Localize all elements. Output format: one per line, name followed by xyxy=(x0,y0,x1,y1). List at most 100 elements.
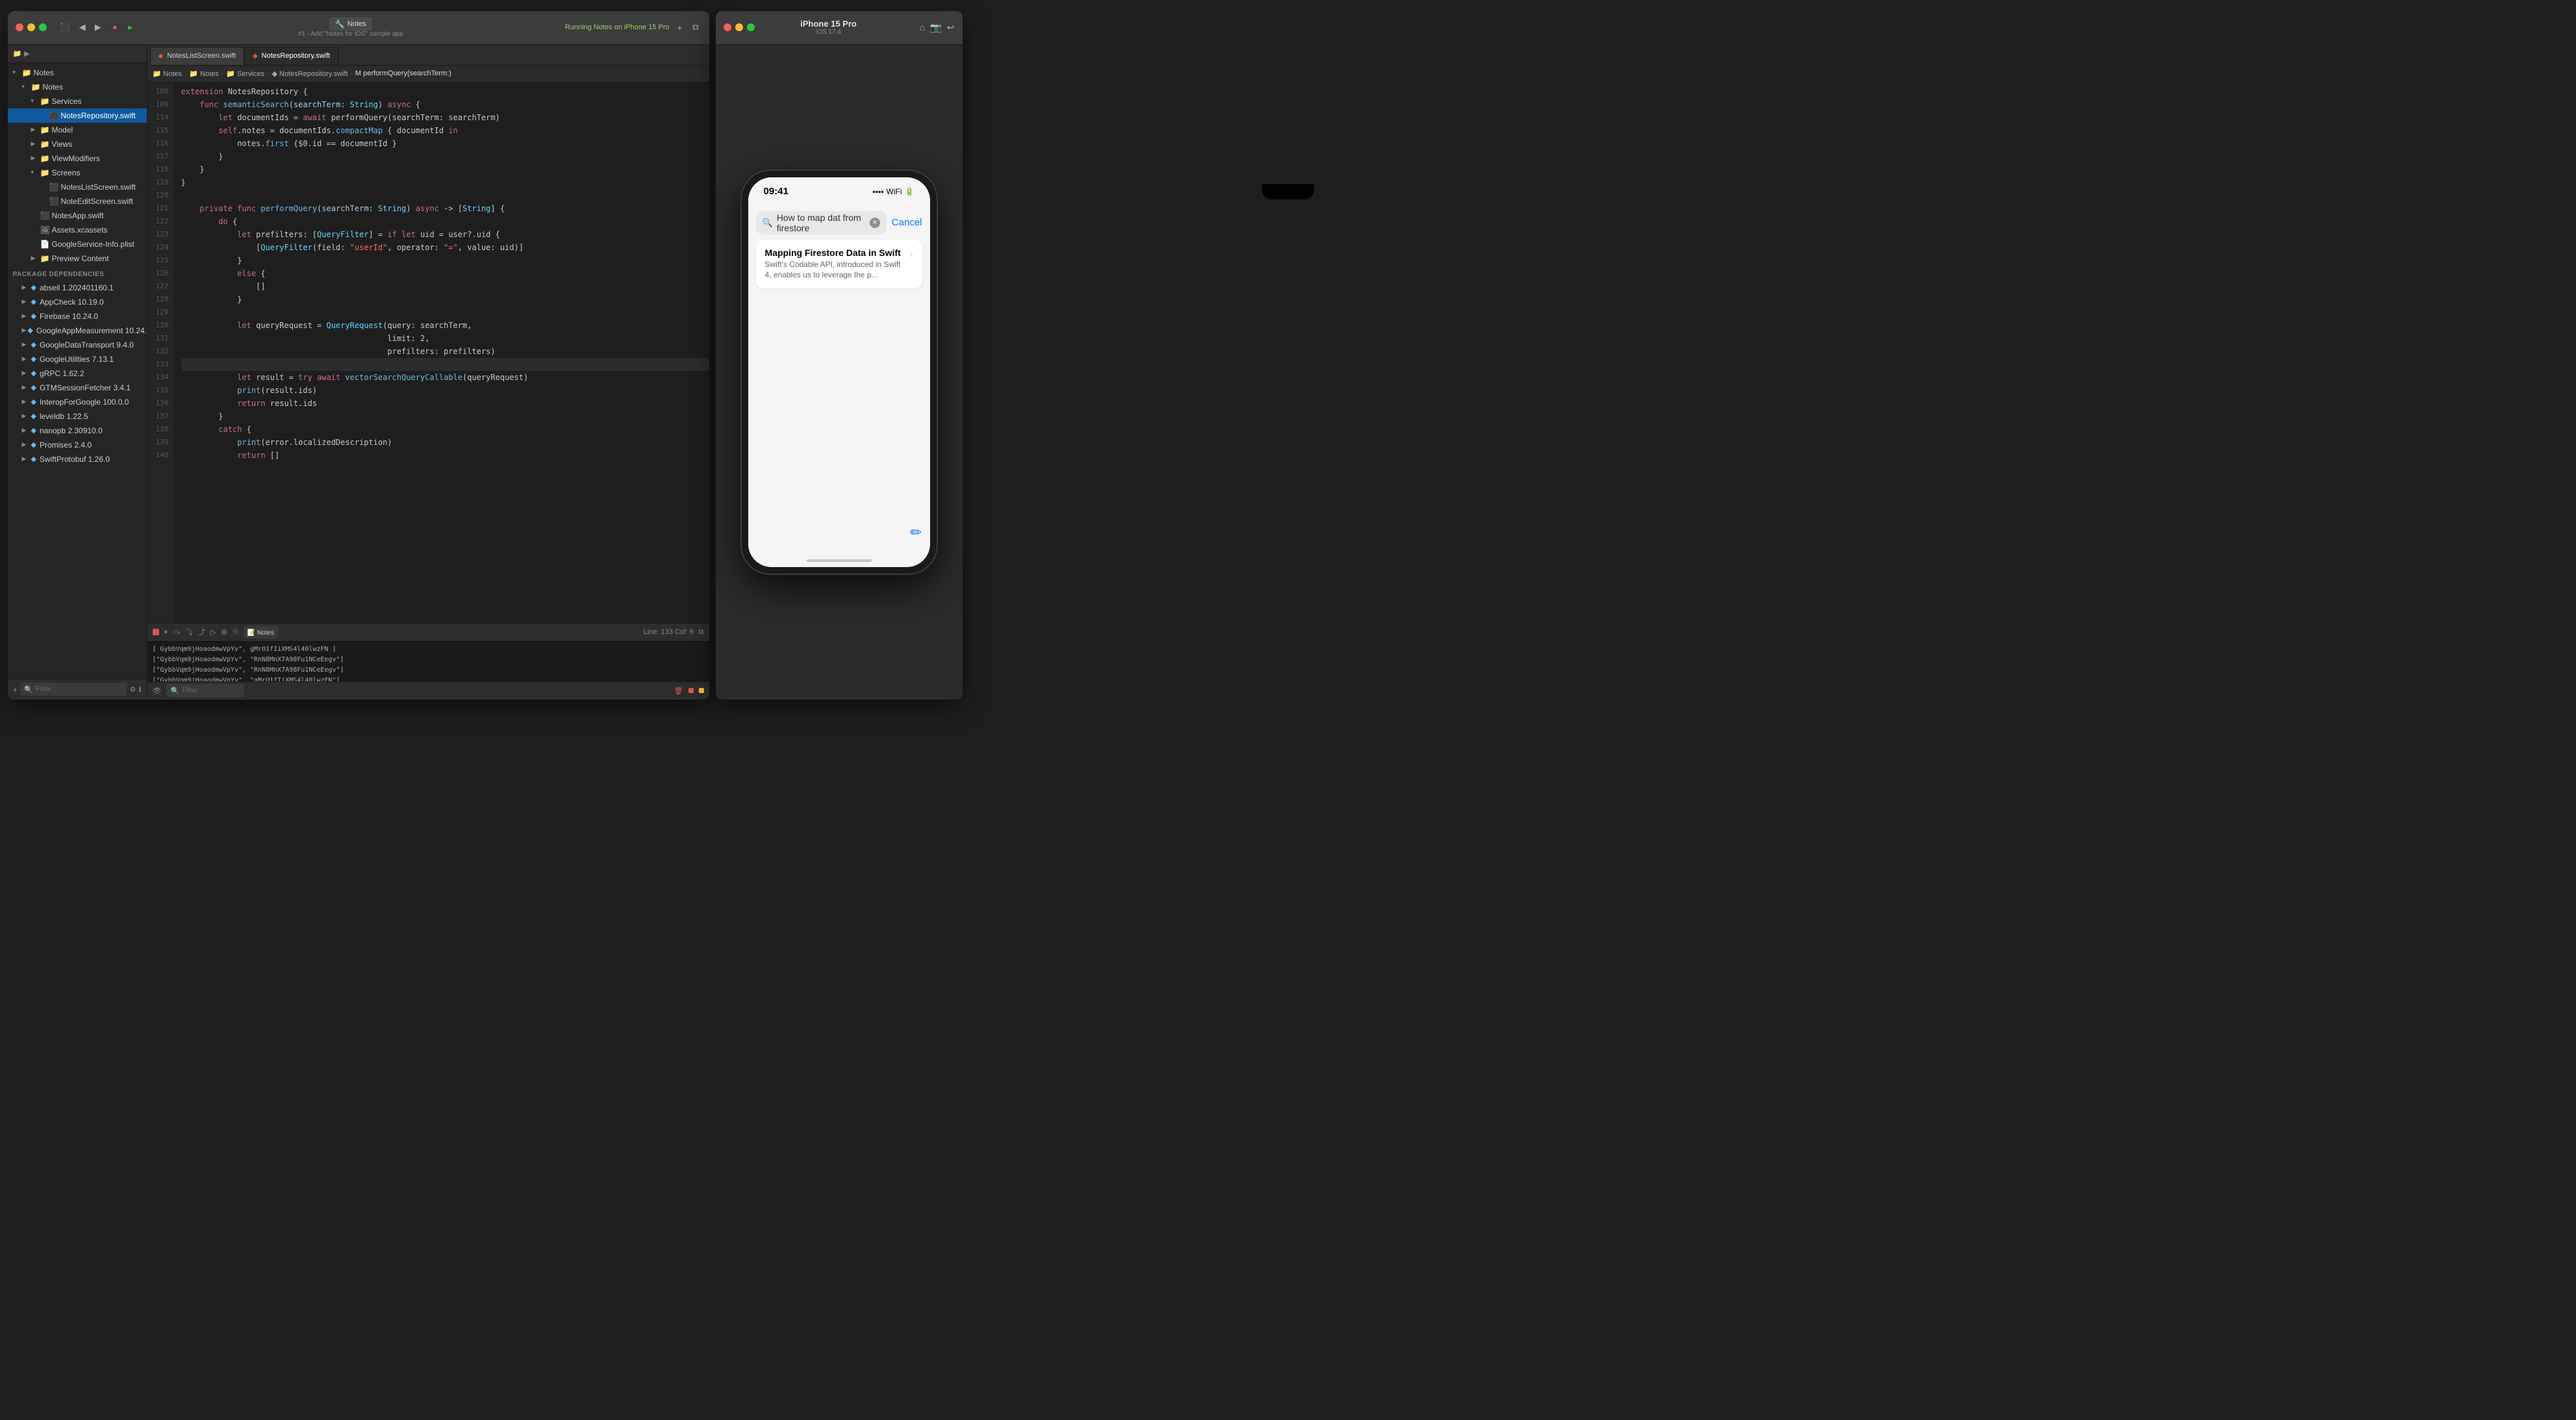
code-content[interactable]: extension NotesRepository { func semanti… xyxy=(173,82,709,623)
delete-icon[interactable]: 🗑 xyxy=(674,687,683,695)
breadcrumb-services[interactable]: 📁 Services xyxy=(226,70,264,78)
console-filter-input[interactable]: 🔍 Filter xyxy=(166,684,244,697)
folder-icon: 📁 xyxy=(22,68,31,77)
add-file-icon[interactable]: + xyxy=(13,685,18,694)
home-bar xyxy=(807,559,872,562)
breadcrumb-file[interactable]: ◆ NotesRepository.swift xyxy=(271,70,347,78)
code-editor[interactable]: 1081091141151161171181191201211221231241… xyxy=(147,82,709,623)
stop-button[interactable]: ■ xyxy=(109,21,121,33)
pkg-icon: ◆ xyxy=(31,283,36,292)
line-number: 136 xyxy=(151,397,169,410)
filter-bar[interactable]: 🔍 Filter xyxy=(20,683,127,696)
tree-item-noteslist[interactable]: ⬛ NotesListScreen.swift xyxy=(8,180,147,194)
tree-item-model[interactable]: ▶ 📁 Model xyxy=(8,123,147,137)
tree-item-pkg[interactable]: ▶ ◆ InteropForGoogle 100.0.0 xyxy=(8,395,147,409)
tree-item-screens[interactable]: ▾ 📁 Screens xyxy=(8,166,147,180)
package-deps-list: ▶ ◆ abseil 1.202401160.1▶ ◆ AppCheck 10.… xyxy=(8,281,147,466)
code-line: return [] xyxy=(181,449,709,462)
tree-item-pkg[interactable]: ▶ ◆ abseil 1.202401160.1 xyxy=(8,281,147,295)
tree-item-services[interactable]: ▾ 📁 Services xyxy=(8,94,147,108)
search-bar[interactable]: 🔍 How to map dat from firestore ✕ xyxy=(756,211,887,235)
forward-icon[interactable]: ▶ xyxy=(92,21,104,34)
tree-arrow: ▶ xyxy=(22,384,30,391)
thread-icon[interactable]: ⏲ xyxy=(233,628,238,637)
tree-item-notesrepo[interactable]: ⬛ NotesRepository.swift xyxy=(8,108,147,123)
rotate-icon[interactable]: ↩ xyxy=(947,22,955,33)
tree-item-notesapp[interactable]: ⬛ NotesApp.swift xyxy=(8,209,147,223)
main-content: 📁 ▶ ▾ 📁 Notes ▾ 📁 Notes xyxy=(8,45,709,700)
line-number: 109 xyxy=(151,98,169,111)
tree-item-notes[interactable]: ▾ 📁 Notes xyxy=(8,80,147,94)
tree-item-pkg[interactable]: ▶ ◆ Promises 2.4.0 xyxy=(8,438,147,452)
settings-icon[interactable]: ⚙ xyxy=(129,685,136,694)
tree-item-pkg[interactable]: ▶ ◆ gRPC 1.62.2 xyxy=(8,366,147,381)
code-line: notes.first {$0.id == documentId } xyxy=(181,137,709,150)
line-number: 137 xyxy=(151,410,169,423)
tree-item-pkg[interactable]: ▶ ◆ leveldb 1.22.5 xyxy=(8,409,147,424)
tab-noteslist[interactable]: ◆ NotesListScreen.swift xyxy=(150,47,244,65)
code-line: let prefilters: [QueryFilter] = if let u… xyxy=(181,228,709,241)
tree-label: Notes xyxy=(34,68,54,77)
eye-icon[interactable]: 👁 xyxy=(153,687,162,695)
title-bar-center: 🔧 Notes #1 - Add "Notes for iOS" sample … xyxy=(142,18,560,38)
scheme-selector[interactable]: 🔧 Notes xyxy=(329,18,372,31)
search-result-card[interactable]: Mapping Firestore Data in Swift Swift's … xyxy=(756,240,922,289)
tree-item-noteedit[interactable]: ⬛ NoteEditScreen.swift xyxy=(8,194,147,209)
tree-item-pkg[interactable]: ▶ ◆ nanopb 2.30910.0 xyxy=(8,424,147,438)
tree-item-assets[interactable]: 🖼 Assets.xcassets xyxy=(8,223,147,237)
home-icon[interactable]: ⌂ xyxy=(920,22,925,33)
tree-item-pkg[interactable]: ▶ ◆ AppCheck 10.19.0 xyxy=(8,295,147,309)
cancel-button[interactable]: Cancel xyxy=(892,217,922,228)
breadcrumb-notes[interactable]: 📁 Notes xyxy=(153,70,183,78)
line-number: 130 xyxy=(151,319,169,332)
step-out-icon[interactable]: ⤴ xyxy=(198,627,205,637)
step-in-icon[interactable]: ⤵ xyxy=(186,627,193,637)
pkg-label: gRPC 1.62.2 xyxy=(40,369,84,378)
info-icon[interactable]: ℹ xyxy=(138,685,141,694)
tab-label: NotesRepository.swift xyxy=(262,52,331,60)
split-editor-icon[interactable]: ⧉ xyxy=(690,21,701,34)
split-view-icon[interactable]: ⧉ xyxy=(699,628,704,637)
line-number: 123 xyxy=(151,228,169,241)
clear-button[interactable]: ✕ xyxy=(870,218,880,228)
sidebar-toggle-icon[interactable]: ⬛ xyxy=(57,21,73,34)
screenshot-icon[interactable]: 📷 xyxy=(930,22,941,33)
pkg-label: abseil 1.202401160.1 xyxy=(40,283,114,292)
pkg-label: AppCheck 10.19.0 xyxy=(40,298,104,307)
tree-arrow: ▶ xyxy=(22,284,30,291)
minimize-button[interactable] xyxy=(27,23,35,31)
tree-item-pkg[interactable]: ▶ ◆ GoogleDataTransport 9.4.0 xyxy=(8,338,147,352)
add-icon[interactable]: + xyxy=(675,21,685,34)
console-panel: [ GybbVqm9jHoaodmwVpYv", gMrO1fIiXMS4l40… xyxy=(147,641,709,700)
tab-bar: ◆ NotesListScreen.swift ◆ NotesRepositor… xyxy=(147,45,709,66)
tree-item-viewmodifiers[interactable]: ▶ 📁 ViewModifiers xyxy=(8,151,147,166)
tree-item-pkg[interactable]: ▶ ◆ GoogleAppMeasurement 10.24.0 xyxy=(8,323,147,338)
tree-arrow: ▶ xyxy=(22,455,30,463)
close-button[interactable] xyxy=(16,23,23,31)
search-input[interactable]: How to map dat from firestore xyxy=(777,212,866,233)
pause-icon[interactable]: ⏸ xyxy=(164,628,168,637)
breadcrumb-notes2[interactable]: 📁 Notes xyxy=(189,70,219,78)
tree-item-pkg[interactable]: ▶ ◆ Firebase 10.24.0 xyxy=(8,309,147,323)
sim-close-button[interactable] xyxy=(724,23,731,31)
swift-icon: ◆ xyxy=(253,53,258,60)
tree-arrow: ▶ xyxy=(22,412,30,420)
tree-item-pkg[interactable]: ▶ ◆ GTMSessionFetcher 3.4.1 xyxy=(8,381,147,395)
tree-item-plist[interactable]: 📄 GoogleService-Info.plist xyxy=(8,237,147,251)
compose-button[interactable]: ✏ xyxy=(910,524,922,541)
maximize-button[interactable] xyxy=(39,23,47,31)
tree-item-pkg[interactable]: ▶ ◆ GoogleUtilities 7.13.1 xyxy=(8,352,147,366)
step-over-icon[interactable]: ⤼ xyxy=(173,628,181,637)
tree-item-pkg[interactable]: ▶ ◆ SwiftProtobuf 1.26.0 xyxy=(8,452,147,466)
tree-item-notes-root[interactable]: ▾ 📁 Notes xyxy=(8,66,147,80)
tab-notesrepo[interactable]: ◆ NotesRepository.swift xyxy=(244,47,338,65)
sim-minimize-button[interactable] xyxy=(735,23,743,31)
back-icon[interactable]: ◀ xyxy=(77,21,88,34)
sim-maximize-button[interactable] xyxy=(747,23,755,31)
tree-item-views[interactable]: ▶ 📁 Views xyxy=(8,137,147,151)
run-button[interactable]: ▶ xyxy=(125,21,136,33)
tree-item-preview[interactable]: ▶ 📁 Preview Content xyxy=(8,251,147,266)
continue-icon[interactable]: ▷ xyxy=(210,628,216,637)
breadcrumb-func[interactable]: M performQuery(searchTerm:) xyxy=(355,70,451,77)
debug-icon[interactable]: ⚙ xyxy=(221,628,227,637)
